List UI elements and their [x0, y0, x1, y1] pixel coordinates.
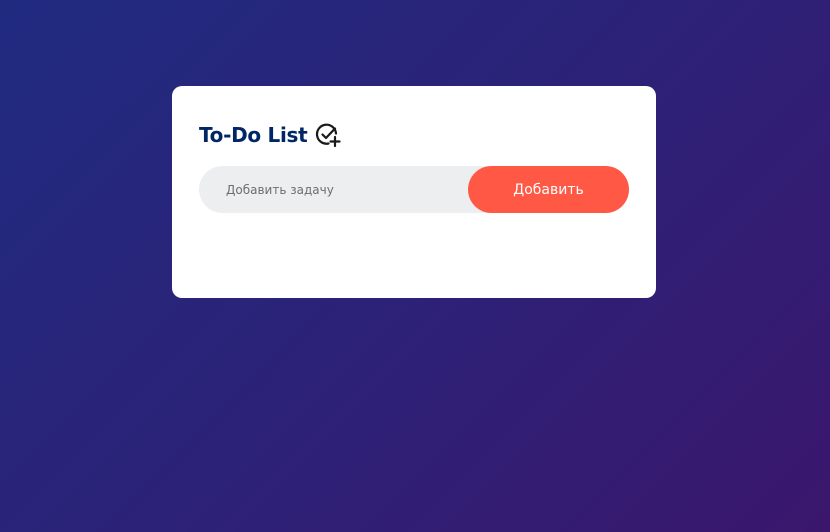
- add-task-row: Добавить: [199, 166, 629, 213]
- todo-card: To-Do List Добавить: [172, 86, 656, 298]
- check-circle-plus-icon: [315, 122, 342, 148]
- page-title: To-Do List: [199, 123, 308, 147]
- add-task-button[interactable]: Добавить: [468, 166, 629, 213]
- task-input[interactable]: [199, 166, 468, 213]
- app-background: { "app": { "title": "To-Do List", "title…: [0, 0, 830, 532]
- title-row: To-Do List: [199, 122, 342, 148]
